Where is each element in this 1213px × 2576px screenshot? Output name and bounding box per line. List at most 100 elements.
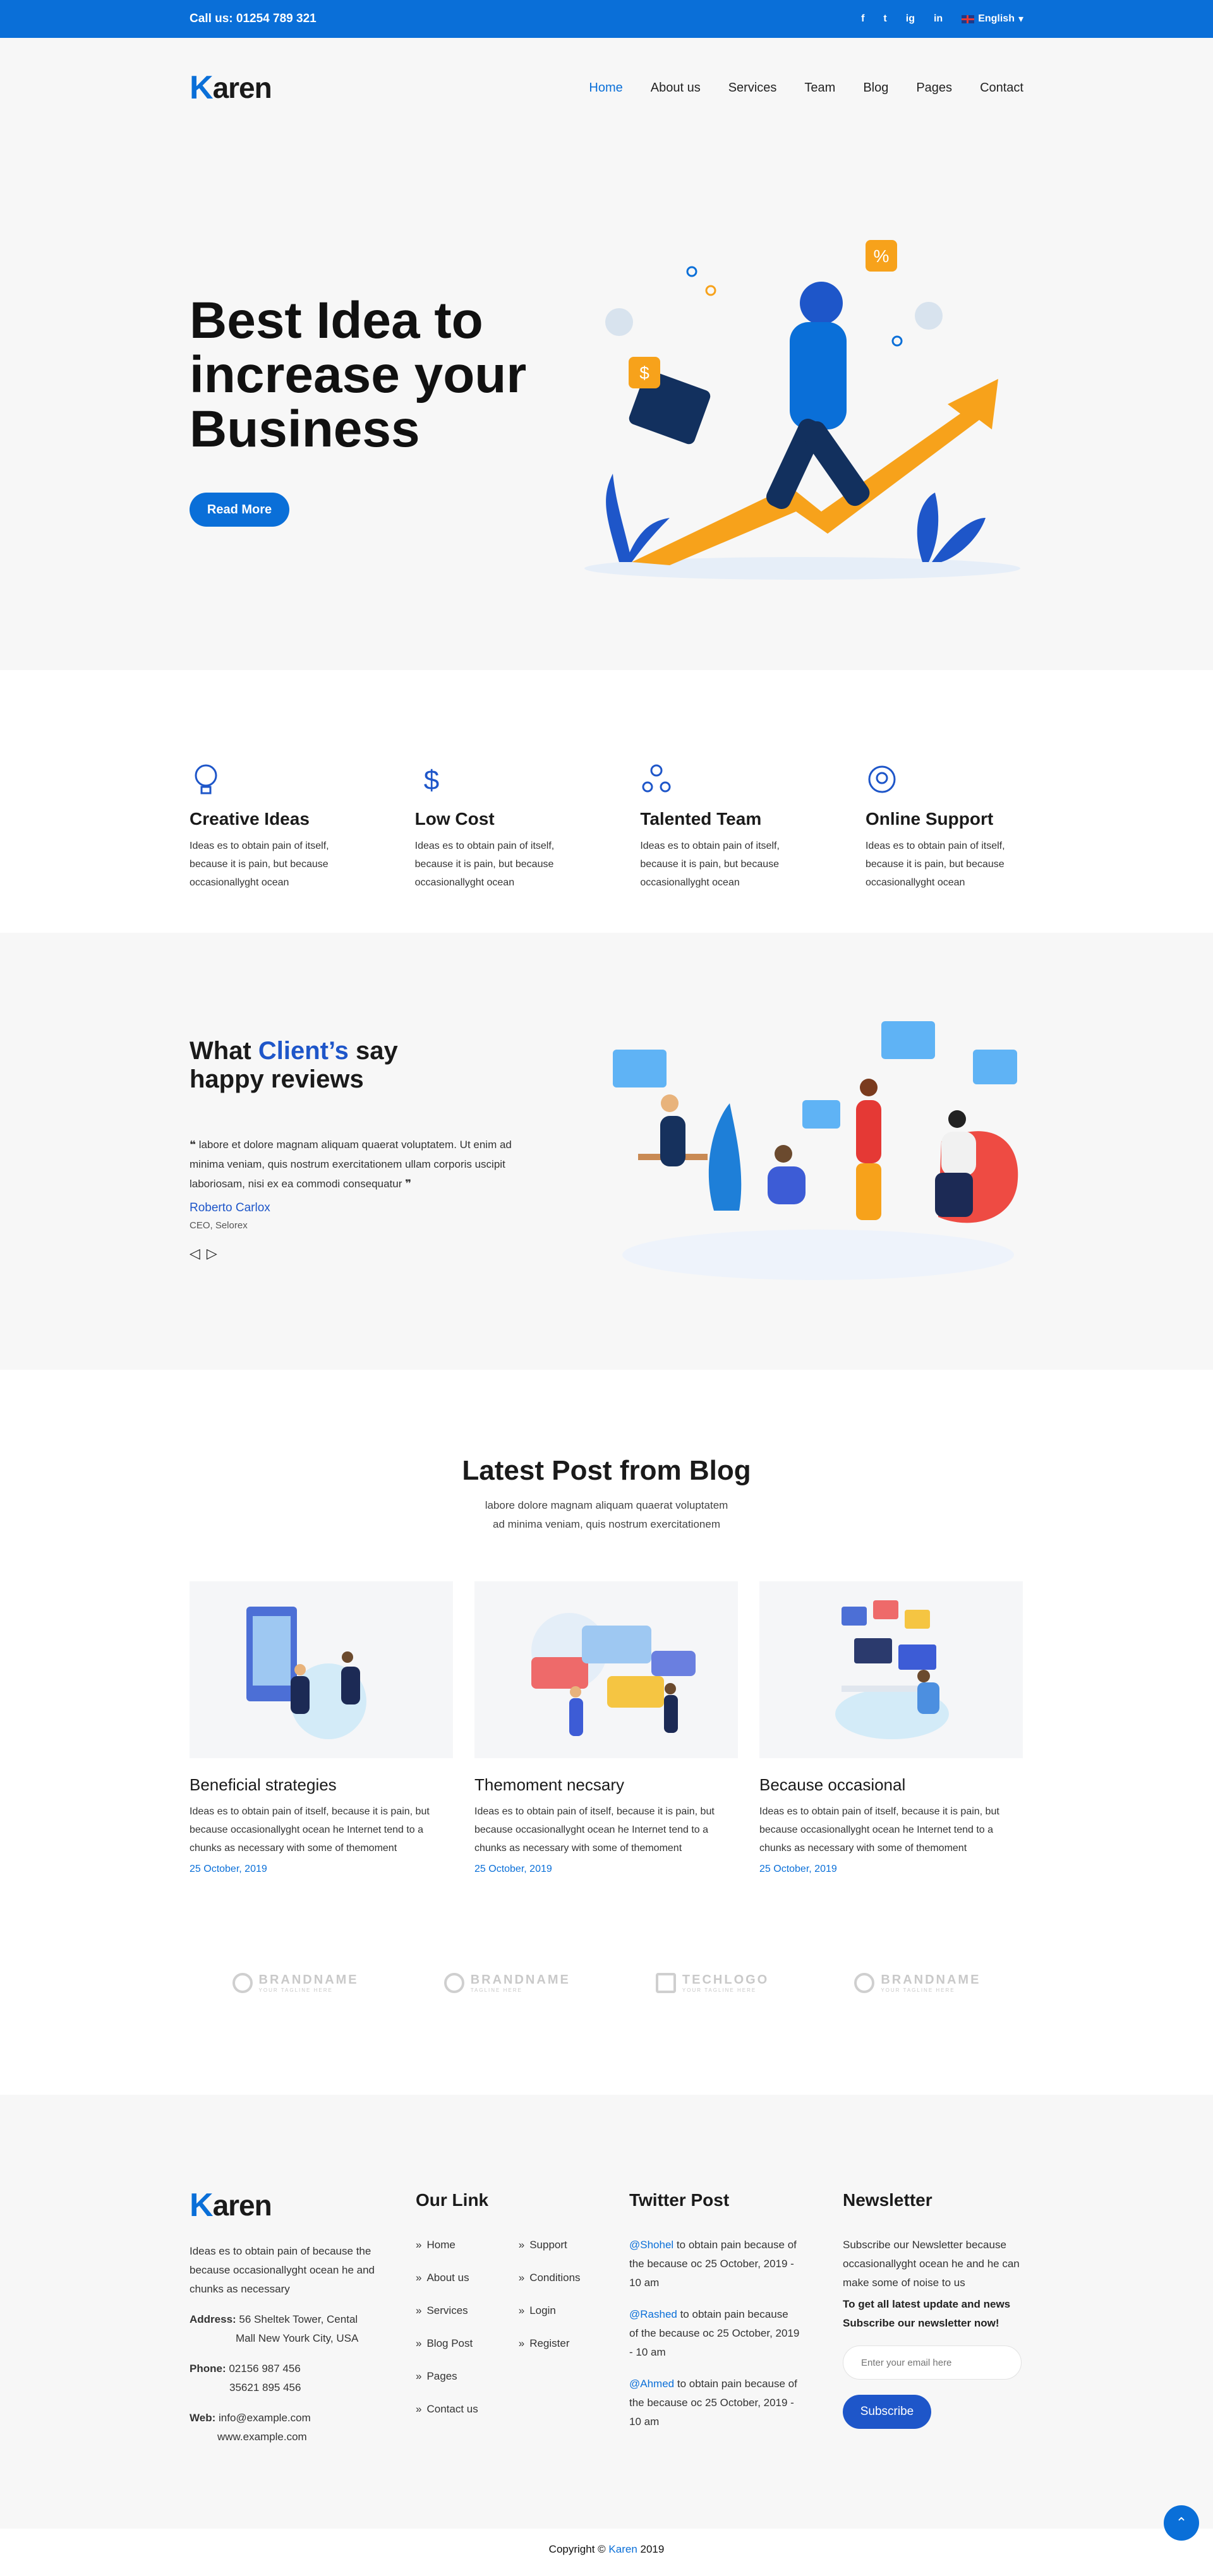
blog-post-card[interactable]: Themoment necsary Ideas es to obtain pai… [474,1581,738,1875]
footer-link[interactable]: Register [519,2334,581,2353]
brand-mark-icon [444,1973,464,1993]
post-date: 25 October, 2019 [190,1864,267,1874]
footer-link[interactable]: Support [519,2236,581,2255]
review-quote: ❝ labore et dolore magnam aliquam quaera… [190,1139,512,1190]
feature-title: Talented Team [640,809,762,829]
subscribe-button[interactable]: Subscribe [843,2395,931,2429]
reviews-section: What Client’s say happy reviews ❝ labore… [0,933,1213,1370]
footer-link[interactable]: Conditions [519,2268,580,2287]
post-text: Ideas es to obtain pain of itself, becau… [759,1806,999,1854]
top-bar: Call us: 01254 789 321 f t ig in English… [0,0,1213,38]
nav-contact[interactable]: Contact [980,81,1023,95]
nav-about[interactable]: About us [651,81,701,95]
language-label: English [978,13,1015,24]
newsletter-title: Newsletter [843,2190,932,2210]
footer-link[interactable]: Pages [416,2367,478,2386]
footer-newsletter: Newsletter Subscribe our Newsletter beca… [843,2186,1023,2429]
post-title[interactable]: Beneficial strategies [190,1775,453,1795]
linkedin-icon[interactable]: in [934,13,943,25]
hero-illustration: % $ [584,240,1020,580]
footer-about-text: Ideas es to obtain pain of because the b… [190,2245,375,2295]
tweet-handle[interactable]: @Shohel [629,2239,673,2251]
footer-web: Web: info@example.com www.example.com [190,2412,311,2443]
lightbulb-icon [195,764,217,794]
footer-links: Our Link Home About us Services Blog Pos… [416,2186,605,2433]
post-date: 25 October, 2019 [759,1864,837,1874]
blog-post-card[interactable]: Beneficial strategies Ideas es to obtain… [190,1581,453,1875]
feature-text: Ideas es to obtain pain of itself, becau… [865,841,1005,888]
post-image [474,1581,738,1758]
review-author: Roberto Carlox [190,1201,270,1214]
logo-mark: K [190,2187,214,2224]
review-role: CEO, Selorex [190,1220,248,1231]
quote-open-icon: ❝ [190,1139,199,1151]
post-title[interactable]: Themoment necsary [474,1775,738,1795]
tweet: @Ahmed to obtain pain because of the bec… [629,2378,797,2428]
quote-close-icon: ❞ [402,1178,412,1190]
brand-logo: TECHLOGO YOUR TAGLINE HERE [655,1973,769,1993]
phone-number: Call us: 01254 789 321 [190,12,317,25]
reviews-title: What Client’s say happy reviews [190,1037,398,1093]
brand-logo: BRANDNAME YOUR TAGLINE HERE [854,1973,981,1993]
footer-link[interactable]: Contact us [416,2400,478,2419]
post-text: Ideas es to obtain pain of itself, becau… [474,1806,715,1854]
blog-subtitle-line: ad minima veniam, quis nostrum exercitat… [493,1518,720,1530]
svg-text:%: % [874,246,890,266]
nav-pages[interactable]: Pages [916,81,952,95]
feature-title: Online Support [865,809,994,829]
feature-title: Creative Ideas [190,809,310,829]
tweet-handle[interactable]: @Ahmed [629,2378,674,2390]
blog-posts: Beneficial strategies Ideas es to obtain… [190,1581,1023,1875]
email-input[interactable] [843,2345,1022,2380]
logo-text: aren [212,2189,272,2222]
social-links: f t ig in English ▾ [861,13,1023,25]
nav-blog[interactable]: Blog [863,81,888,95]
footer-links-title: Our Link [416,2190,489,2210]
back-to-top-icon[interactable]: ⌃ [1164,2505,1199,2541]
blog-post-card[interactable]: Because occasional Ideas es to obtain pa… [759,1581,1023,1875]
copyright: Copyright © Karen 2019 [548,2543,665,2555]
brand-mark-icon [854,1973,875,1993]
post-date: 25 October, 2019 [474,1864,552,1874]
feature-card: Creative Ideas Ideas es to obtain pain o… [190,762,347,892]
footer-link[interactable]: Home [416,2236,478,2255]
blog-subtitle-line: labore dolore magnam aliquam quaerat vol… [485,1499,728,1511]
newsletter-bold-text: To get all latest update and news Subscr… [843,2298,1011,2329]
feature-card: Online Support Ideas es to obtain pain o… [866,762,1023,892]
review-nav: ◁ ▷ [190,1245,217,1262]
feature-title: Low Cost [414,809,495,829]
footer-logo[interactable]: Karen [190,2186,392,2224]
facebook-icon[interactable]: f [861,13,864,25]
instagram-icon[interactable]: ig [906,13,915,25]
reviews-illustration [613,1021,1018,1280]
footer-link[interactable]: About us [416,2268,478,2287]
nav-services[interactable]: Services [728,81,777,95]
footer-twitter: Twitter Post @Shohel to obtain pain beca… [629,2186,800,2444]
prev-arrow-icon[interactable]: ◁ [190,1245,200,1262]
tweet: @Shohel to obtain pain because of the be… [629,2239,797,2289]
brand-logo: BRANDNAME YOUR TAGLINE HERE [232,1973,359,1993]
hero-section: Karen Home About us Services Team Blog P… [0,38,1213,670]
svg-text:$: $ [639,363,649,383]
twitter-title: Twitter Post [629,2190,730,2210]
language-selector[interactable]: English ▾ [962,13,1023,25]
next-arrow-icon[interactable]: ▷ [207,1245,217,1262]
post-title[interactable]: Because occasional [759,1775,1023,1795]
read-more-button[interactable]: Read More [190,493,289,527]
twitter-icon[interactable]: t [883,13,886,25]
uk-flag-icon [962,15,975,23]
brand-logo: BRANDNAME TAGLINE HERE [444,1973,570,1993]
footer-link[interactable]: Login [519,2301,581,2320]
features-section: Creative Ideas Ideas es to obtain pain o… [0,670,1213,933]
footer-phone: Phone: 02156 987 456 35621 895 456 [190,2363,301,2393]
footer-link[interactable]: Blog Post [416,2334,478,2353]
blog-title: Latest Post from Blog [462,1455,751,1486]
footer-link[interactable]: Services [416,2301,478,2320]
nav-team[interactable]: Team [804,81,835,95]
nav-home[interactable]: Home [589,81,622,95]
footer: Karen Ideas es to obtain pain of because… [0,2095,1213,2529]
tweet-handle[interactable]: @Rashed [629,2308,677,2320]
logo[interactable]: Karen [190,69,272,107]
feature-card: $ Low Cost Ideas es to obtain pain of it… [415,762,573,892]
dollar-icon: $ [423,765,438,796]
